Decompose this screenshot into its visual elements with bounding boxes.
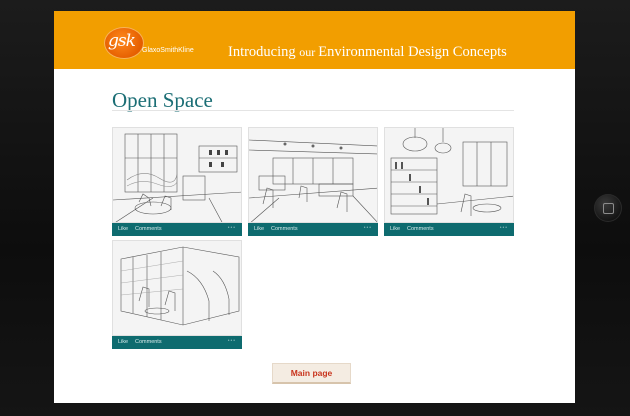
- gallery-card-3[interactable]: Like Comments •••: [384, 127, 514, 236]
- sketch-drawing: [249, 128, 377, 222]
- like-link[interactable]: Like: [118, 226, 128, 232]
- gallery-card-2[interactable]: Like Comments •••: [248, 127, 378, 236]
- comments-link[interactable]: Comments: [271, 226, 298, 232]
- more-options-icon[interactable]: •••: [228, 225, 236, 231]
- more-options-icon[interactable]: •••: [228, 338, 236, 344]
- header-title-part1: Introducing: [228, 44, 300, 60]
- card-action-bar: Like Comments •••: [112, 223, 242, 236]
- tablet-frame: gsk GlaxoSmithKline Introducing our Envi…: [0, 0, 630, 416]
- home-button[interactable]: [594, 194, 622, 222]
- sketch-image-meeting-pod[interactable]: [112, 240, 242, 336]
- sketch-image-open-office[interactable]: [248, 127, 378, 223]
- sketch-drawing: [113, 241, 241, 335]
- screen: gsk GlaxoSmithKline Introducing our Envi…: [54, 11, 575, 403]
- like-link[interactable]: Like: [118, 339, 128, 345]
- sketch-drawing: [113, 128, 241, 222]
- like-link[interactable]: Like: [390, 226, 400, 232]
- header-title: Introducing our Environmental Design Con…: [228, 44, 507, 61]
- title-divider: [112, 110, 514, 111]
- sketch-image-window-lounge[interactable]: [112, 127, 242, 223]
- card-action-bar: Like Comments •••: [384, 223, 514, 236]
- like-link[interactable]: Like: [254, 226, 264, 232]
- comments-link[interactable]: Comments: [135, 226, 162, 232]
- more-options-icon[interactable]: •••: [500, 225, 508, 231]
- header-title-part2: our: [299, 45, 319, 59]
- card-action-bar: Like Comments •••: [248, 223, 378, 236]
- main-page-button[interactable]: Main page: [272, 363, 351, 384]
- sketch-drawing: [385, 128, 513, 222]
- gallery-card-4[interactable]: Like Comments •••: [112, 240, 242, 349]
- logo-company-name: GlaxoSmithKline: [142, 47, 194, 54]
- home-button-icon: [603, 203, 614, 214]
- comments-link[interactable]: Comments: [407, 226, 434, 232]
- comments-link[interactable]: Comments: [135, 339, 162, 345]
- logo-mark-text: gsk: [108, 31, 136, 51]
- header-title-part3: Environmental Design Concepts: [318, 44, 507, 60]
- header-banner: gsk GlaxoSmithKline Introducing our Envi…: [54, 11, 575, 69]
- more-options-icon[interactable]: •••: [364, 225, 372, 231]
- gsk-logo-icon: gsk: [104, 27, 144, 59]
- card-action-bar: Like Comments •••: [112, 336, 242, 349]
- sketch-image-cafe-library[interactable]: [384, 127, 514, 223]
- gallery-card-1[interactable]: Like Comments •••: [112, 127, 242, 236]
